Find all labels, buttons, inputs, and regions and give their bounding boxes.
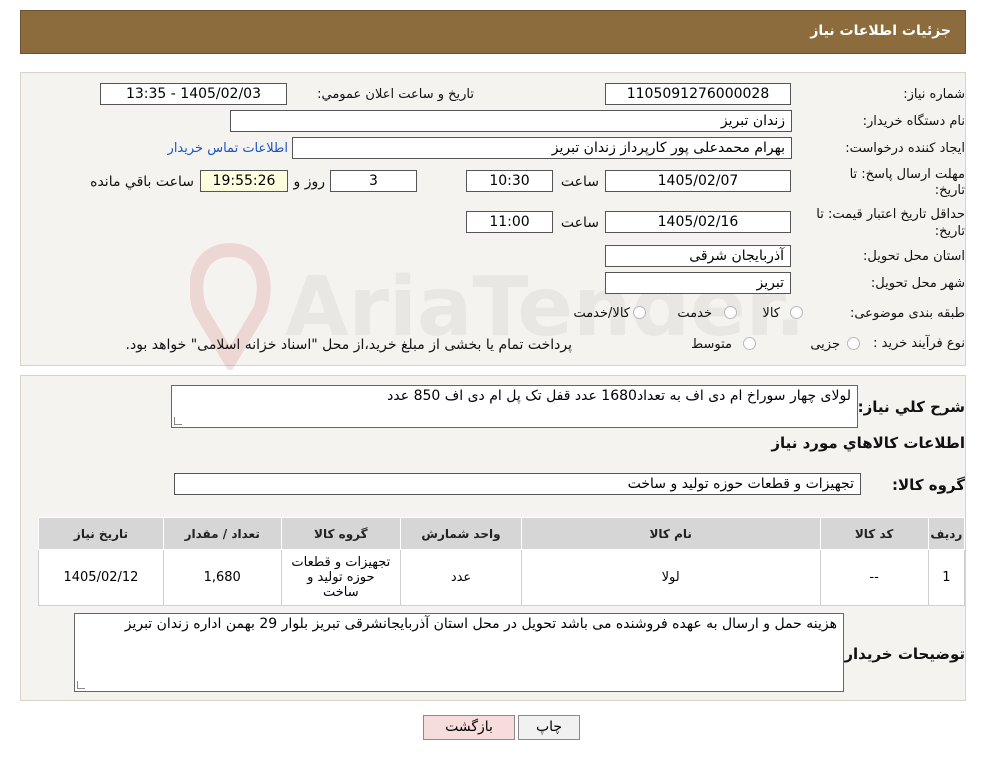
province-field: آذربایجان شرقی [605,245,791,267]
remaining-time-field: 19:55:26 [200,170,288,192]
deadline-label-line2: تاريخ: [934,183,965,198]
cell-row-number: 1 [927,549,966,606]
cell-need-date: 1405/02/12 [38,549,164,606]
cell-quantity: 1,680 [162,549,282,606]
cell-item-name: لولا [520,549,821,606]
goods-group-label: گروه كالا: [892,476,965,494]
deadline-time-field: 10:30 [466,170,553,192]
need-number-field: 1105091276000028 [605,83,791,105]
cell-unit: عدد [400,549,522,606]
table-header-row: رديف كد كالا نام كالا واحد شمارش گروه كا… [38,517,966,550]
validity-time-field: 11:00 [466,211,553,233]
process-radio-minor[interactable] [847,337,860,350]
category-radio-goods-service[interactable] [633,306,646,319]
deadline-time-label: ساعت [560,174,599,190]
print-button[interactable]: چاپ [518,715,580,740]
goods-group-field: تجهیزات و قطعات حوزه تولید و ساخت [174,473,861,495]
process-option-medium: متوسط [691,337,732,352]
cell-item-code: -- [819,549,929,606]
announce-datetime-label: تاریخ و ساعت اعلان عمومي: [317,87,474,102]
city-field: تبریز [605,272,791,294]
buyer-org-label: نام دستگاه خريدار: [862,114,965,129]
city-label: شهر محل تحويل: [870,276,965,291]
resize-handle-icon[interactable] [174,417,182,425]
page-title: جزئیات اطلاعات نیاز [810,23,951,39]
process-label: نوع فرآيند خريد : [873,336,965,351]
validity-label-line1: حداقل تاريخ اعتبار قيمت: تا [816,207,965,222]
deadline-date-field: 1405/02/07 [605,170,791,192]
buyer-notes-text: هزینه حمل و ارسال به عهده فروشنده می باش… [124,616,837,632]
announce-datetime-field: 1405/02/03 - 13:35 [100,83,287,105]
col-quantity: تعداد / مقدار [162,517,282,550]
buyer-org-field: زندان تبریز [230,110,792,132]
process-option-minor: جزیی [810,337,840,352]
buyer-contact-link[interactable]: اطلاعات تماس خريدار [168,141,288,156]
remaining-days-label: روز و [293,174,326,190]
category-option-goods-service: کالا/خدمت [573,306,630,321]
category-radio-service[interactable] [724,306,737,319]
table-row: 1 -- لولا عدد تجهیزات و قطعات حوزه تولید… [38,549,966,606]
validity-label-line2: تاريخ: [934,224,965,239]
description-textarea[interactable]: لولای چهار سوراخ ام دی اف به تعداد1680 ع… [171,385,858,428]
category-label: طبقه بندی موضوعی: [849,306,965,321]
province-label: استان محل تحويل: [863,249,965,264]
remaining-days-field: 3 [330,170,417,192]
page-header: جزئیات اطلاعات نیاز [20,10,966,54]
goods-table: رديف كد كالا نام كالا واحد شمارش گروه كا… [38,517,966,606]
col-item-name: نام كالا [520,517,821,550]
validity-time-label: ساعت [560,215,599,231]
process-radio-medium[interactable] [743,337,756,350]
col-item-code: كد كالا [819,517,929,550]
goods-info-title: اطلاعات كالاهاي مورد نياز [771,434,965,452]
description-text: لولای چهار سوراخ ام دی اف به تعداد1680 ع… [387,388,851,404]
remaining-time-label: ساعت باقي مانده [90,174,194,190]
category-option-service: خدمت [677,306,712,321]
description-label: شرح كلي نياز: [857,398,965,416]
category-radio-goods[interactable] [790,306,803,319]
creator-field: بهرام محمدعلی پور کارپرداز زندان تبریز [292,137,792,159]
cell-goods-group: تجهیزات و قطعات حوزه تولید و ساخت [280,549,402,606]
validity-date-field: 1405/02/16 [605,211,791,233]
col-need-date: تاريخ نياز [38,517,164,550]
col-goods-group: گروه كالا [280,517,402,550]
buyer-notes-label: توضيحات خريدار: [838,645,965,663]
resize-handle-icon[interactable] [77,681,85,689]
category-option-goods: کالا [762,306,780,321]
col-row-number: رديف [927,517,966,550]
deadline-label-line1: مهلت ارسال پاسخ: تا [849,167,965,182]
buyer-notes-textarea[interactable]: هزینه حمل و ارسال به عهده فروشنده می باش… [74,613,844,692]
need-number-label: شماره نیاز: [903,87,965,102]
col-unit: واحد شمارش [400,517,522,550]
creator-label: ايجاد كننده درخواست: [845,141,965,156]
back-button[interactable]: بازگشت [423,715,515,740]
process-note: پرداخت تمام یا بخشی از مبلغ خرید،از محل … [125,337,572,353]
